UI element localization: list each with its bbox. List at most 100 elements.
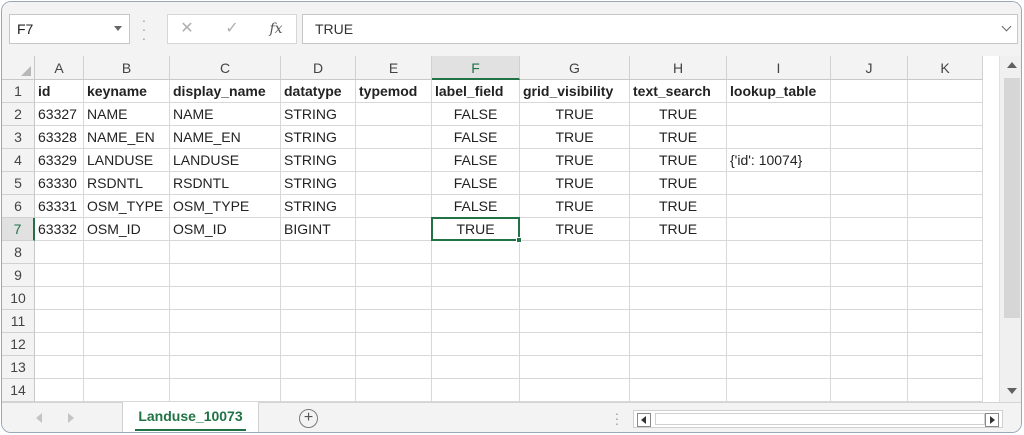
cell-e2[interactable]	[356, 103, 432, 126]
cell-g6[interactable]: TRUE	[520, 195, 630, 218]
column-header-b[interactable]: B	[84, 56, 170, 80]
cell-e10[interactable]	[356, 287, 432, 310]
cell-e14[interactable]	[356, 379, 432, 402]
next-sheet-icon[interactable]	[68, 413, 74, 423]
row-header-8[interactable]: 8	[2, 241, 35, 264]
cell-j10[interactable]	[831, 287, 908, 310]
cell-e7[interactable]	[356, 218, 432, 241]
cell-c7[interactable]: OSM_ID	[170, 218, 281, 241]
column-header-d[interactable]: D	[281, 56, 356, 80]
cell-d7[interactable]: BIGINT	[281, 218, 356, 241]
header-cell-keyname[interactable]: keyname	[84, 80, 170, 103]
cell-i11[interactable]	[727, 310, 831, 333]
cell-f8[interactable]	[432, 241, 520, 264]
cell-c5[interactable]: RSDNTL	[170, 172, 281, 195]
row-header-10[interactable]: 10	[2, 287, 35, 310]
column-header-f[interactable]: F	[432, 56, 520, 80]
cell-k2[interactable]	[908, 103, 983, 126]
fill-handle[interactable]	[516, 237, 522, 243]
cell-i13[interactable]	[727, 356, 831, 379]
header-cell-label-field[interactable]: label_field	[432, 80, 520, 103]
cell-k6[interactable]	[908, 195, 983, 218]
cell-j6[interactable]	[831, 195, 908, 218]
cell-j11[interactable]	[831, 310, 908, 333]
cell-j12[interactable]	[831, 333, 908, 356]
cell-a2[interactable]: 63327	[35, 103, 84, 126]
cell-e8[interactable]	[356, 241, 432, 264]
row-header-13[interactable]: 13	[2, 356, 35, 379]
column-header-h[interactable]: H	[630, 56, 727, 80]
cell-b9[interactable]	[84, 264, 170, 287]
cell-e3[interactable]	[356, 126, 432, 149]
formula-input[interactable]: TRUE	[302, 14, 1018, 44]
cell-b2[interactable]: NAME	[84, 103, 170, 126]
cell-h8[interactable]	[630, 241, 727, 264]
cell-c10[interactable]	[170, 287, 281, 310]
cell-i4[interactable]: {'id': 10074}	[727, 149, 831, 172]
cell-h4[interactable]: TRUE	[630, 149, 727, 172]
cell-d10[interactable]	[281, 287, 356, 310]
row-header-4[interactable]: 4	[2, 149, 35, 172]
cell-a5[interactable]: 63330	[35, 172, 84, 195]
cell-b14[interactable]	[84, 379, 170, 402]
cell-i6[interactable]	[727, 195, 831, 218]
cell-g7[interactable]: TRUE	[520, 218, 630, 241]
horizontal-scroll-thumb[interactable]	[655, 413, 985, 425]
cell-d3[interactable]: STRING	[281, 126, 356, 149]
cell-f14[interactable]	[432, 379, 520, 402]
cell-k5[interactable]	[908, 172, 983, 195]
cell-b7[interactable]: OSM_ID	[84, 218, 170, 241]
cell-k7[interactable]	[908, 218, 983, 241]
row-header-14[interactable]: 14	[2, 379, 35, 402]
scroll-right-icon[interactable]	[985, 413, 999, 427]
cell-i5[interactable]	[727, 172, 831, 195]
cell-d14[interactable]	[281, 379, 356, 402]
cell-h12[interactable]	[630, 333, 727, 356]
vertical-scroll-thumb[interactable]	[1004, 78, 1020, 318]
cell-f13[interactable]	[432, 356, 520, 379]
cell-d8[interactable]	[281, 241, 356, 264]
column-header-a[interactable]: A	[35, 56, 84, 80]
cell-a6[interactable]: 63331	[35, 195, 84, 218]
cell-a4[interactable]: 63329	[35, 149, 84, 172]
header-cell-lookup-table[interactable]: lookup_table	[727, 80, 831, 103]
cell-g9[interactable]	[520, 264, 630, 287]
cell-a13[interactable]	[35, 356, 84, 379]
cell-h6[interactable]: TRUE	[630, 195, 727, 218]
row-header-7[interactable]: 7	[2, 218, 35, 241]
cell-j3[interactable]	[831, 126, 908, 149]
cell-c9[interactable]	[170, 264, 281, 287]
cell-g4[interactable]: TRUE	[520, 149, 630, 172]
row-header-11[interactable]: 11	[2, 310, 35, 333]
column-header-e[interactable]: E	[356, 56, 432, 80]
cell-j8[interactable]	[831, 241, 908, 264]
row-header-6[interactable]: 6	[2, 195, 35, 218]
header-cell-text-search[interactable]: text_search	[630, 80, 727, 103]
cell-c12[interactable]	[170, 333, 281, 356]
cell-g11[interactable]	[520, 310, 630, 333]
cell-e4[interactable]	[356, 149, 432, 172]
cell-k4[interactable]	[908, 149, 983, 172]
cell-a9[interactable]	[35, 264, 84, 287]
cell-i2[interactable]	[727, 103, 831, 126]
cell-k3[interactable]	[908, 126, 983, 149]
cell-i10[interactable]	[727, 287, 831, 310]
cell-f10[interactable]	[432, 287, 520, 310]
cell-h7[interactable]: TRUE	[630, 218, 727, 241]
cell-e5[interactable]	[356, 172, 432, 195]
sheet-tab-landuse[interactable]: Landuse_10073	[122, 402, 259, 432]
cell-i3[interactable]	[727, 126, 831, 149]
cell-i14[interactable]	[727, 379, 831, 402]
cell-c11[interactable]	[170, 310, 281, 333]
cell-g8[interactable]	[520, 241, 630, 264]
cell-e13[interactable]	[356, 356, 432, 379]
check-icon[interactable]: ✓	[222, 19, 242, 39]
cell-k9[interactable]	[908, 264, 983, 287]
cell-b4[interactable]: LANDUSE	[84, 149, 170, 172]
row-header-9[interactable]: 9	[2, 264, 35, 287]
name-box[interactable]: F7	[9, 14, 130, 44]
row-header-3[interactable]: 3	[2, 126, 35, 149]
cell-h5[interactable]: TRUE	[630, 172, 727, 195]
cell-f6[interactable]: FALSE	[432, 195, 520, 218]
cell-j14[interactable]	[831, 379, 908, 402]
